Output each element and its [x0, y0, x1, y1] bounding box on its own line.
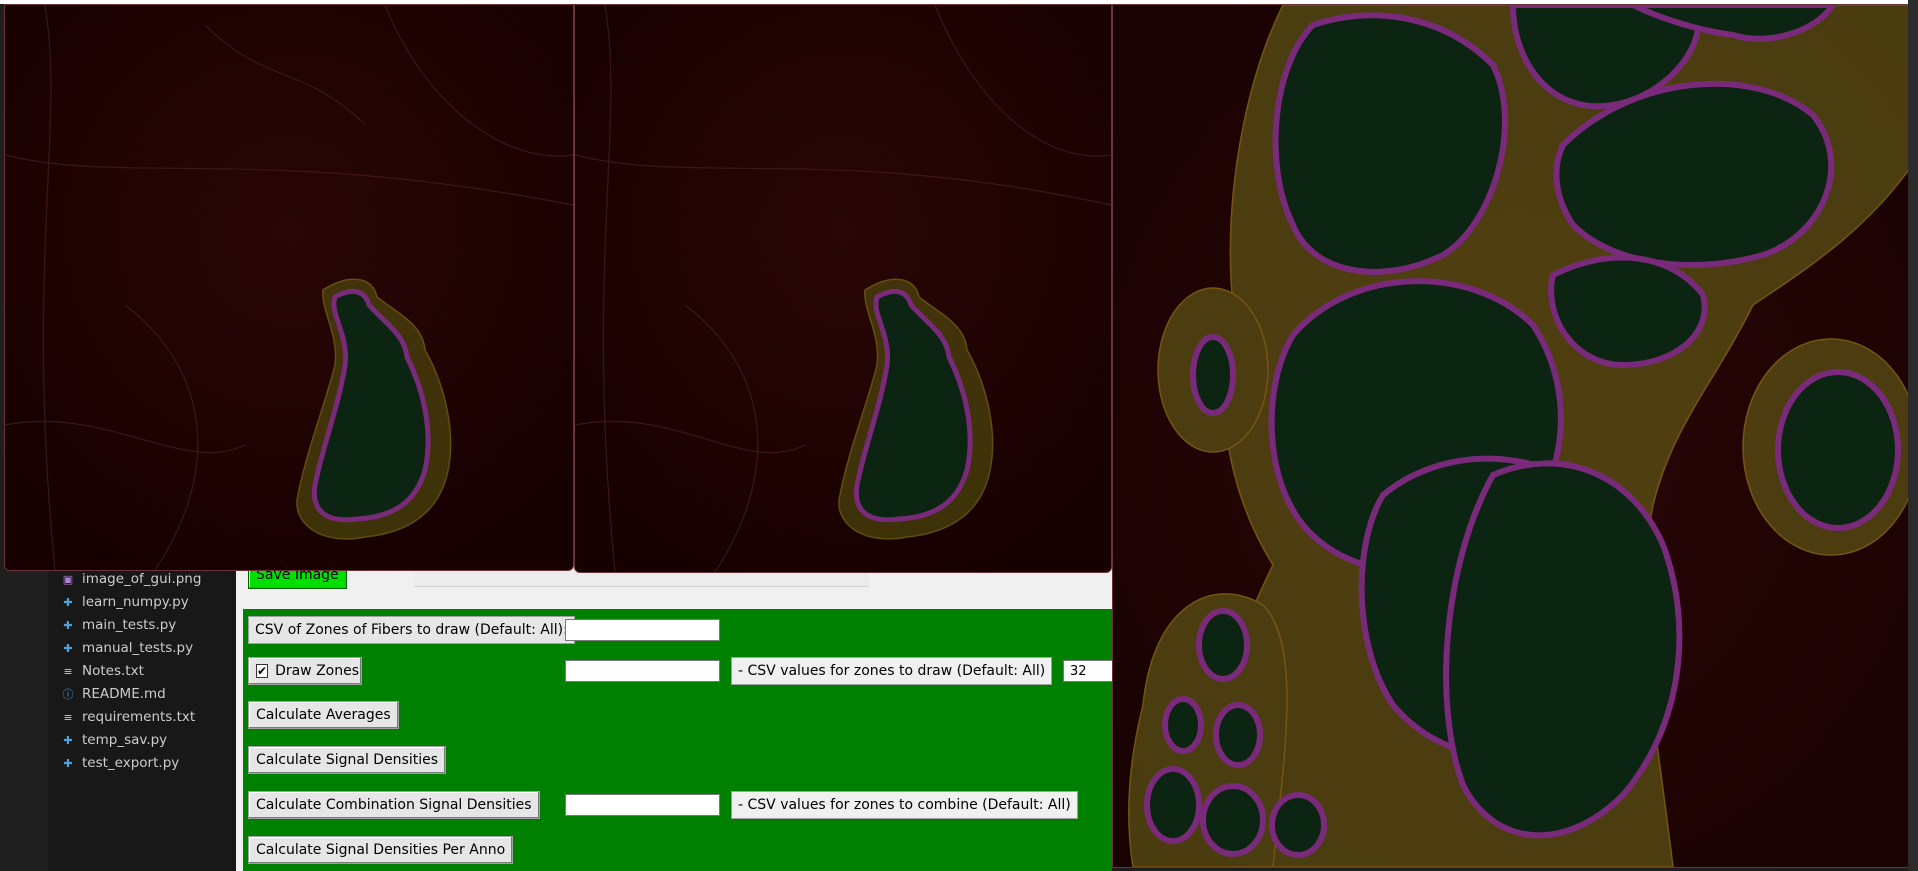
draw-zones-checkbox[interactable]: ✔ Draw Zones — [248, 657, 362, 685]
draw-zones-input[interactable] — [565, 660, 720, 682]
python-file-icon: ✚ — [63, 595, 73, 609]
tissue-image — [1113, 5, 1918, 867]
calculate-signal-densities-button[interactable]: Calculate Signal Densities — [248, 746, 447, 774]
file-item-manual-tests[interactable]: ✚ manual_tests.py — [62, 637, 193, 659]
draw-zones-extra-input[interactable]: 32 — [1063, 660, 1112, 682]
window-title-strip — [1112, 0, 1908, 4]
window-edge — [1908, 0, 1918, 871]
file-item-image-of-gui[interactable]: ▣ image_of_gui.png — [62, 568, 202, 590]
window-title-strip — [0, 0, 1112, 4]
file-item-readme[interactable]: ⓘ README.md — [62, 683, 166, 705]
file-name: Notes.txt — [82, 663, 144, 679]
image-window-zones-1[interactable] — [4, 4, 574, 571]
python-file-icon: ✚ — [63, 756, 73, 770]
python-file-icon: ✚ — [63, 618, 73, 632]
file-name: requirements.txt — [82, 709, 196, 725]
zones-to-draw-input[interactable] — [565, 619, 720, 641]
text-file-icon: ≡ — [63, 710, 73, 724]
tissue-image — [5, 5, 573, 570]
file-name: manual_tests.py — [82, 640, 194, 656]
draw-zones-label: Draw Zones — [275, 663, 360, 679]
file-item-learn-numpy[interactable]: ✚ learn_numpy.py — [62, 591, 189, 613]
checkbox-check-icon: ✔ — [256, 664, 269, 678]
info-file-icon: ⓘ — [62, 687, 74, 701]
file-name: image_of_gui.png — [82, 571, 202, 587]
image-window-zones-3[interactable] — [1112, 4, 1918, 868]
file-item-temp-sav[interactable]: ✚ temp_sav.py — [62, 729, 167, 751]
image-window-zones-2[interactable] — [574, 4, 1112, 573]
file-item-main-tests[interactable]: ✚ main_tests.py — [62, 614, 176, 636]
zones-to-draw-label: CSV of Zones of Fibers to draw (Default:… — [248, 616, 575, 644]
file-name: test_export.py — [82, 755, 180, 771]
python-file-icon: ✚ — [63, 641, 73, 655]
file-item-test-export[interactable]: ✚ test_export.py — [62, 752, 179, 774]
file-name: learn_numpy.py — [82, 594, 189, 610]
combination-input[interactable] — [565, 794, 720, 816]
tissue-image — [575, 5, 1111, 572]
controls-panel — [243, 609, 1112, 871]
image-file-icon: ▣ — [62, 572, 74, 586]
python-file-icon: ✚ — [63, 733, 73, 747]
file-name: README.md — [82, 686, 166, 702]
file-item-notes[interactable]: ≡ Notes.txt — [62, 660, 144, 682]
file-name: main_tests.py — [82, 617, 177, 633]
file-name: temp_sav.py — [82, 732, 168, 748]
calculate-averages-button[interactable]: Calculate Averages — [248, 701, 399, 729]
calculate-combination-signal-densities-button[interactable]: Calculate Combination Signal Densities — [248, 791, 540, 819]
text-file-icon: ≡ — [63, 664, 73, 678]
draw-zones-csv-label: - CSV values for zones to draw (Default:… — [731, 657, 1053, 685]
file-item-requirements[interactable]: ≡ requirements.txt — [62, 706, 195, 728]
calculate-signal-densities-per-anno-button[interactable]: Calculate Signal Densities Per Anno — [248, 836, 514, 864]
combination-csv-label: - CSV values for zones to combine (Defau… — [731, 791, 1078, 819]
